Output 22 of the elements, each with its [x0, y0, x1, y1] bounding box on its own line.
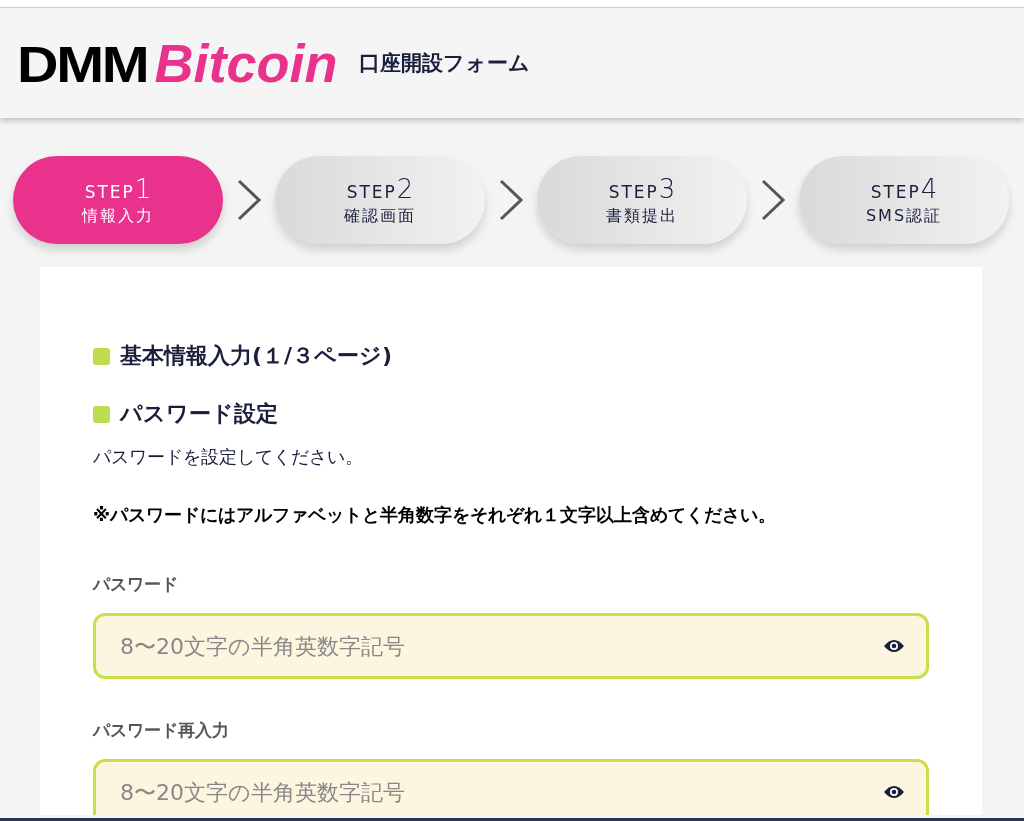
description-text: パスワードを設定してください。 [93, 445, 364, 469]
eye-icon[interactable] [883, 638, 905, 654]
logo-text: Bitcoin [154, 32, 338, 94]
password-field[interactable]: 8〜20文字の半角英数字記号 [93, 613, 929, 679]
step-tab[interactable]: STEP 4 SMS認証 [799, 156, 1009, 244]
chevron-icon [498, 178, 524, 222]
step-tab[interactable]: STEP 1 情報入力 [13, 156, 223, 244]
section-heading: 基本情報入力(１/３ページ) [120, 342, 393, 370]
field-label: パスワード [93, 573, 179, 596]
logo-text: DMM [17, 36, 148, 94]
note-text: ※パスワードにはアルファベットと半角数字をそれぞれ１文字以上含めてください。 [93, 504, 777, 527]
step-tab[interactable]: STEP 3 書類提出 [537, 156, 747, 244]
section-heading: パスワード設定 [120, 400, 278, 428]
password-field[interactable]: 8〜20文字の半角英数字記号 [93, 759, 929, 815]
eye-icon[interactable] [883, 784, 905, 800]
bullet-icon [93, 405, 110, 423]
field-label: パスワード再入力 [93, 719, 230, 742]
step-tab[interactable]: STEP 2 確認画面 [275, 156, 485, 244]
page-title: 口座開設フォーム [359, 50, 531, 77]
chevron-icon [236, 178, 262, 222]
chevron-icon [760, 178, 786, 222]
bullet-icon [93, 347, 110, 365]
